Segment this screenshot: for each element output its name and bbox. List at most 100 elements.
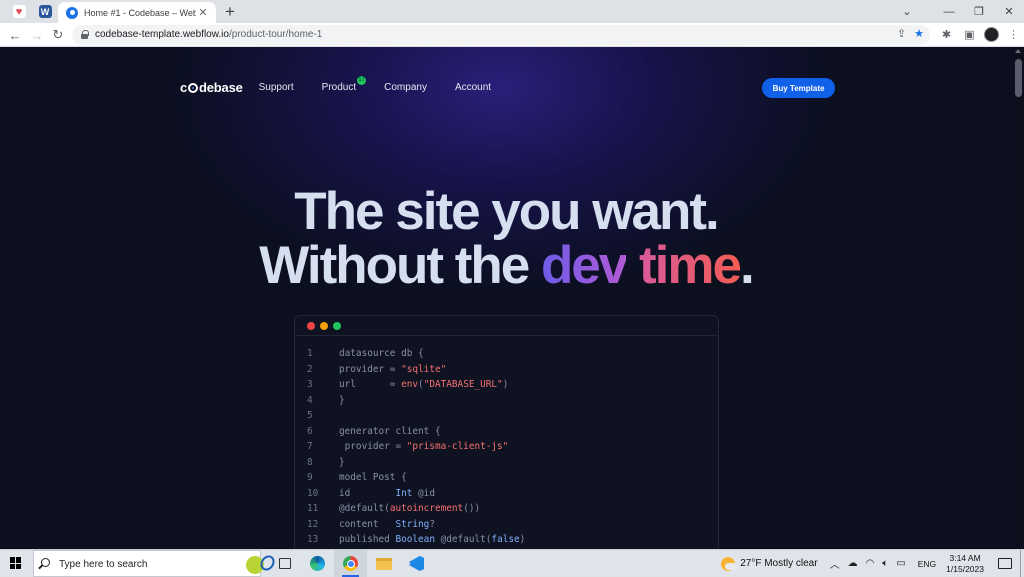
- menu-kebab-icon[interactable]: ⋮: [1005, 26, 1022, 43]
- minimize-button[interactable]: —: [934, 0, 964, 23]
- scroll-up-arrow-icon[interactable]: [1015, 49, 1021, 53]
- hero-accent-time: time: [639, 236, 742, 295]
- code-token: provider =: [339, 441, 407, 452]
- system-clock[interactable]: 3:14 AM 1/15/2023: [946, 553, 984, 575]
- volume-icon[interactable]: 🔈︎: [882, 558, 888, 569]
- line-number: 1: [307, 348, 313, 359]
- webflow-favicon-icon: [66, 6, 78, 19]
- code-token: String: [395, 518, 430, 530]
- code-token: provider =: [339, 363, 402, 375]
- line-number: 2: [307, 363, 313, 375]
- line-number: 11: [307, 503, 319, 514]
- code-token: }: [339, 394, 345, 406]
- code-token: url =: [339, 379, 402, 390]
- code-line: 6 generator client {: [295, 426, 718, 442]
- code-token: "DATABASE_URL": [423, 379, 503, 390]
- code-token: id: [339, 487, 396, 499]
- nav-company[interactable]: Company: [384, 82, 427, 93]
- taskbar-edge[interactable]: [301, 550, 334, 577]
- code-token: @id: [412, 487, 435, 499]
- taskbar-file-explorer[interactable]: [367, 550, 400, 577]
- code-line: 9 model Post {: [295, 472, 718, 488]
- line-number: 9: [307, 472, 313, 483]
- scrollbar-thumb[interactable]: [1015, 59, 1022, 97]
- yellow-dot-icon: [320, 321, 328, 330]
- weather-icon[interactable]: [721, 556, 738, 571]
- code-token: ()): [463, 503, 481, 514]
- code-token: ?: [429, 518, 435, 530]
- battery-icon[interactable]: ▭: [896, 558, 905, 569]
- line-number: 7: [307, 441, 313, 452]
- chrome-icon: [343, 556, 358, 571]
- notifications-icon[interactable]: [998, 558, 1012, 569]
- forward-arrow-icon[interactable]: →: [28, 26, 46, 44]
- weather-text[interactable]: 27°F Mostly clear: [740, 558, 817, 569]
- taskbar-vscode[interactable]: [400, 550, 433, 577]
- system-tray: 27°F Mostly clear ︿ ☁ ◠ 🔈︎ ▭ ENG 3:14 AM…: [721, 550, 1024, 577]
- code-block: 1 datasource db {2 provider = "sqlite" 3 url…: [295, 336, 718, 549]
- cloud-icon[interactable]: ☁: [848, 558, 858, 569]
- back-arrow-icon[interactable]: ←: [6, 26, 24, 44]
- search-placeholder: Type here to search: [59, 559, 148, 570]
- share-icon[interactable]: ⇪: [897, 27, 906, 40]
- search-icon: [41, 558, 50, 567]
- site-navbar: c debase Support Product 17 Company Accoun…: [180, 73, 519, 101]
- lock-icon[interactable]: [81, 30, 89, 39]
- reload-icon[interactable]: ↻: [49, 26, 67, 44]
- page-viewport: c debase Support Product 17 Company Accoun…: [0, 47, 1024, 549]
- chevron-up-icon[interactable]: ︿: [830, 556, 840, 571]
- code-token: "prisma-client-js": [406, 441, 509, 452]
- buy-template-button[interactable]: Buy Template: [762, 78, 835, 98]
- address-bar[interactable]: codebase-template.webflow.io/product-tou…: [72, 25, 930, 45]
- nav-account[interactable]: Account: [455, 82, 491, 93]
- pinned-tab-heart[interactable]: ♥: [10, 3, 28, 20]
- vscode-icon: [409, 556, 424, 571]
- code-line: 11 @default(autoincrement()): [295, 503, 718, 519]
- code-line: 13 published Boolean @default(false): [295, 534, 718, 549]
- hero-heading: The site you want. Without the dev time.: [0, 185, 1012, 293]
- restore-button[interactable]: ❐: [964, 0, 994, 23]
- pinned-tab-word[interactable]: W: [36, 3, 54, 20]
- windows-start-icon[interactable]: [10, 557, 22, 569]
- code-line: 10 id Int @id: [295, 488, 718, 504]
- line-number: 13: [307, 534, 319, 545]
- page-scrollbar[interactable]: [1012, 47, 1024, 549]
- code-line: 8}: [295, 457, 718, 473]
- clock-date: 1/15/2023: [946, 563, 984, 574]
- show-desktop-button[interactable]: [1020, 550, 1024, 577]
- code-token: "sqlite": [401, 363, 447, 375]
- code-token: published: [339, 534, 396, 545]
- close-window-button[interactable]: ✕: [994, 0, 1024, 23]
- new-tab-button[interactable]: +: [225, 3, 235, 20]
- code-line: 3 url = env("DATABASE_URL"): [295, 379, 718, 395]
- wifi-icon[interactable]: ◠: [866, 558, 875, 569]
- nav-product[interactable]: Product 17: [322, 75, 367, 93]
- line-number: 6: [307, 425, 313, 437]
- url-text[interactable]: codebase-template.webflow.io/product-tou…: [95, 29, 322, 40]
- bookmark-star-icon[interactable]: ★: [914, 27, 924, 40]
- tab-codebase-home[interactable]: Home #1 - Codebase – Webflow Tem ✕: [58, 2, 216, 23]
- hero-accent-dev: dev: [540, 236, 628, 295]
- taskbar-search[interactable]: Type here to search: [33, 550, 278, 577]
- tab-search-icon[interactable]: ⌄: [892, 0, 922, 23]
- codebase-logo[interactable]: c debase: [180, 80, 243, 95]
- language-indicator[interactable]: ENG: [918, 559, 936, 569]
- code-token: autoincrement: [389, 503, 464, 514]
- windows-taskbar: Type here to search 27°F Mostly clear ︿ …: [0, 549, 1024, 577]
- side-panel-icon[interactable]: ▣: [961, 26, 978, 43]
- profile-avatar[interactable]: [984, 27, 999, 42]
- nav-support[interactable]: Support: [259, 82, 294, 93]
- extensions-puzzle-icon[interactable]: ✱: [938, 26, 955, 43]
- code-line: 5: [295, 410, 718, 426]
- tab-title: Home #1 - Codebase – Webflow Tem: [84, 7, 196, 18]
- code-line: 7 provider = "prisma-client-js": [295, 441, 718, 457]
- hero-line-2: Without the dev time.: [259, 236, 754, 295]
- code-token: generator client {: [339, 425, 441, 437]
- code-line: 2 provider = "sqlite": [295, 364, 718, 380]
- task-view-button[interactable]: [268, 550, 301, 577]
- tab-close-icon[interactable]: ✕: [196, 6, 210, 19]
- line-number: 3: [307, 379, 313, 390]
- folder-icon: [375, 557, 392, 570]
- taskbar-chrome[interactable]: [334, 550, 367, 577]
- clock-time: 3:14 AM: [949, 552, 981, 563]
